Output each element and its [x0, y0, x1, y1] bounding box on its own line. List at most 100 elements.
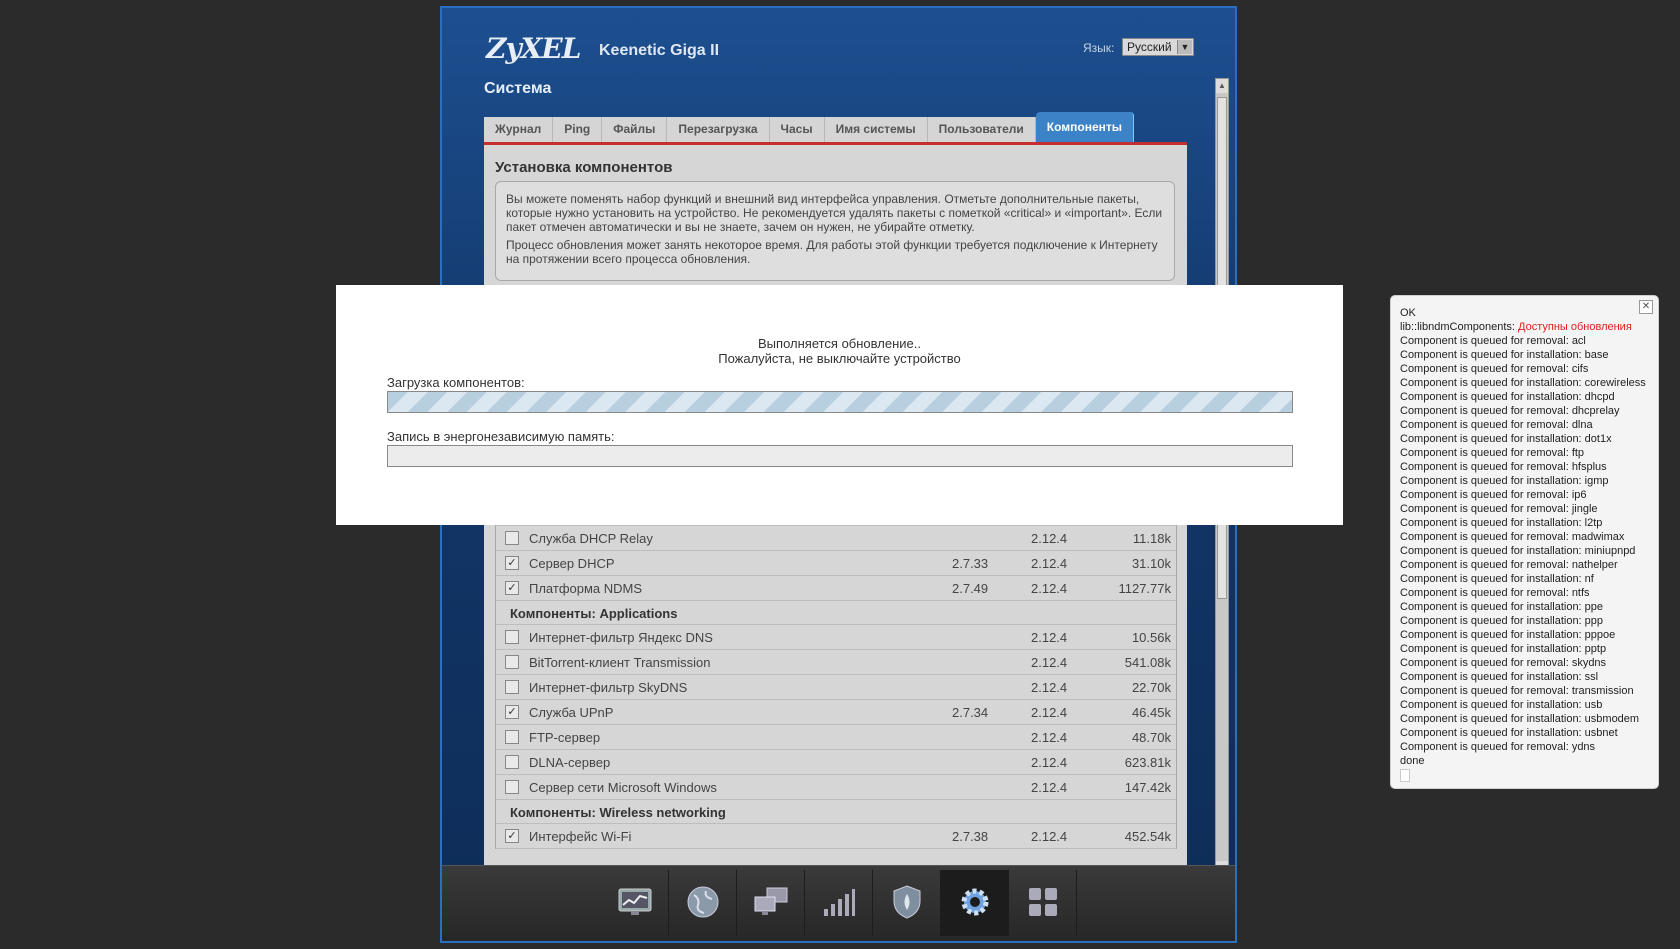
page-title: Система [484, 80, 552, 97]
log-line: Component is queued for removal: ip6 [1400, 489, 1587, 501]
table-row: Сервер сети Microsoft Windows 2.12.4 147.4… [496, 775, 1176, 800]
component-checkbox[interactable]: ✓ [505, 705, 519, 719]
component-checkbox[interactable] [505, 780, 519, 794]
dock-item[interactable] [941, 870, 1009, 936]
log-line: Component is queued for removal: skydns [1400, 657, 1607, 669]
info-box: Вы можете поменять набор функций и внешн… [495, 181, 1175, 281]
tab-item[interactable]: Ping [553, 117, 603, 142]
component-checkbox[interactable] [505, 730, 519, 744]
log-lines: OK lib::libndmComponents: Доступны обнов… [1400, 306, 1646, 782]
component-name: Сервер DHCP [529, 556, 615, 571]
component-checkbox[interactable] [505, 680, 519, 694]
available-version: 2.12.4 [1031, 829, 1068, 844]
component-name: Интернет-фильтр SkyDNS [529, 680, 688, 695]
dock-item[interactable] [737, 870, 805, 936]
language-label: Язык: [1083, 41, 1115, 55]
write-label: Запись в энергонезависимую память: [387, 429, 615, 444]
tab-item[interactable]: Имя системы [824, 117, 928, 142]
log-line: Component is queued for installation: do… [1400, 433, 1612, 445]
component-size: 623.81k [1124, 755, 1171, 770]
log-done: done [1400, 755, 1425, 767]
log-line: Component is queued for installation: mi… [1400, 545, 1636, 557]
component-checkbox[interactable]: ✓ [505, 556, 519, 570]
available-version: 2.12.4 [1031, 730, 1068, 745]
available-version: 2.12.4 [1031, 780, 1068, 795]
download-progress-bar [387, 391, 1293, 413]
tab-item[interactable]: Перезагрузка [667, 117, 770, 142]
available-version: 2.12.4 [1031, 531, 1068, 546]
available-version: 2.12.4 [1031, 705, 1068, 720]
installed-version: 2.7.34 [952, 705, 989, 720]
shield-icon [892, 884, 922, 922]
component-size: 22.70k [1131, 680, 1171, 695]
component-size: 452.54k [1124, 829, 1171, 844]
component-name: Сервер сети Microsoft Windows [529, 780, 717, 795]
installed-version: 2.7.49 [952, 581, 989, 596]
language-value: Русский [1127, 40, 1172, 54]
table-row: FTP-сервер 2.12.4 48.70k [496, 725, 1176, 750]
available-version: 2.12.4 [1031, 581, 1068, 596]
language-select[interactable]: Русский ▼ [1122, 38, 1194, 56]
log-line: Component is queued for installation: us… [1400, 713, 1640, 725]
dock-item[interactable] [601, 870, 669, 936]
component-size: 1127.77k [1118, 581, 1171, 596]
tab-item[interactable]: Часы [769, 117, 825, 142]
log-line: Component is queued for installation: l2… [1400, 517, 1603, 529]
component-checkbox[interactable] [505, 755, 519, 769]
component-size: 48.70k [1131, 730, 1171, 745]
table-row: ✓ Сервер DHCP 2.7.33 2.12.4 31.10k [496, 551, 1176, 576]
tab-bar: Журнал Ping Файлы Перезагрузка Часы Имя систе… [484, 112, 1135, 143]
log-line: Component is queued for installation: pp… [1400, 615, 1604, 627]
model-name: Keenetic Giga II [599, 42, 720, 59]
tab-item[interactable]: Файлы [602, 117, 668, 142]
component-size: 46.45k [1131, 705, 1171, 720]
log-line: Component is queued for installation: pp… [1400, 643, 1607, 655]
log-line: Component is queued for installation: pp… [1400, 601, 1604, 613]
chevron-down-icon[interactable]: ▼ [1177, 40, 1192, 54]
component-name: Интернет-фильтр Яндекс DNS [529, 630, 713, 645]
download-progress-fill [388, 392, 1292, 412]
component-size: 11.18k [1132, 531, 1171, 546]
table-row: ✓ Служба UPnP 2.7.34 2.12.4 46.45k [496, 700, 1176, 725]
log-line: Component is queued for removal: transmi… [1400, 685, 1634, 697]
component-checkbox[interactable] [505, 531, 519, 545]
log-line: Component is queued for installation: ss… [1400, 671, 1599, 683]
bottom-dock [442, 865, 1235, 941]
dock-item[interactable] [1009, 870, 1077, 936]
log-line: Component is queued for removal: cifs [1400, 363, 1589, 375]
component-name: Платформа NDMS [529, 581, 643, 596]
log-status-line: lib::libndmComponents: Доступны обновлен… [1400, 320, 1646, 334]
component-name: DLNA-сервер [529, 755, 611, 770]
brand-logo: ZyXEL [486, 32, 581, 65]
available-version: 2.12.4 [1031, 655, 1068, 670]
info-paragraph: Вы можете поменять набор функций и внешн… [506, 192, 1163, 234]
table-row: BitTorrent-клиент Transmission 2.12.4 541.… [496, 650, 1176, 675]
table-row: Интернет-фильтр Яндекс DNS 2.12.4 10.56k [496, 625, 1176, 650]
write-progress-bar [387, 445, 1293, 467]
dock-item[interactable] [873, 870, 941, 936]
signal-bars-icon [822, 887, 856, 920]
component-checkbox[interactable] [505, 630, 519, 644]
log-prefix: lib::libndmComponents: [1400, 321, 1515, 333]
log-line: Component is queued for removal: ydns [1400, 741, 1596, 753]
tab-item[interactable]: Пользователи [927, 117, 1036, 142]
log-line: Component is queued for installation: us… [1400, 699, 1603, 711]
log-line: Component is queued for installation: us… [1400, 727, 1618, 739]
component-name: BitTorrent-клиент Transmission [529, 655, 711, 670]
group-header: Компоненты: Applications [496, 601, 1176, 625]
log-cursor [1400, 768, 1410, 782]
update-progress-dialog: Выполняется обновление.. Пожалуйста, не … [336, 285, 1343, 525]
tab-item[interactable]: Журнал [484, 117, 554, 142]
component-checkbox[interactable]: ✓ [505, 581, 519, 595]
component-checkbox[interactable] [505, 655, 519, 669]
dock-item[interactable] [805, 870, 873, 936]
scroll-up-icon[interactable]: ▲ [1216, 79, 1228, 93]
dock-item[interactable] [669, 870, 737, 936]
component-name: Служба UPnP [529, 705, 614, 720]
tab-item[interactable]: Компоненты [1035, 112, 1135, 142]
log-line: Component is queued for removal: dlna [1400, 419, 1593, 431]
log-line: Component is queued for installation: nf [1400, 573, 1594, 585]
log-line: Component is queued for removal: acl [1400, 335, 1586, 347]
component-checkbox[interactable]: ✓ [505, 829, 519, 843]
update-warning: Пожалуйста, не выключайте устройство [718, 351, 961, 366]
